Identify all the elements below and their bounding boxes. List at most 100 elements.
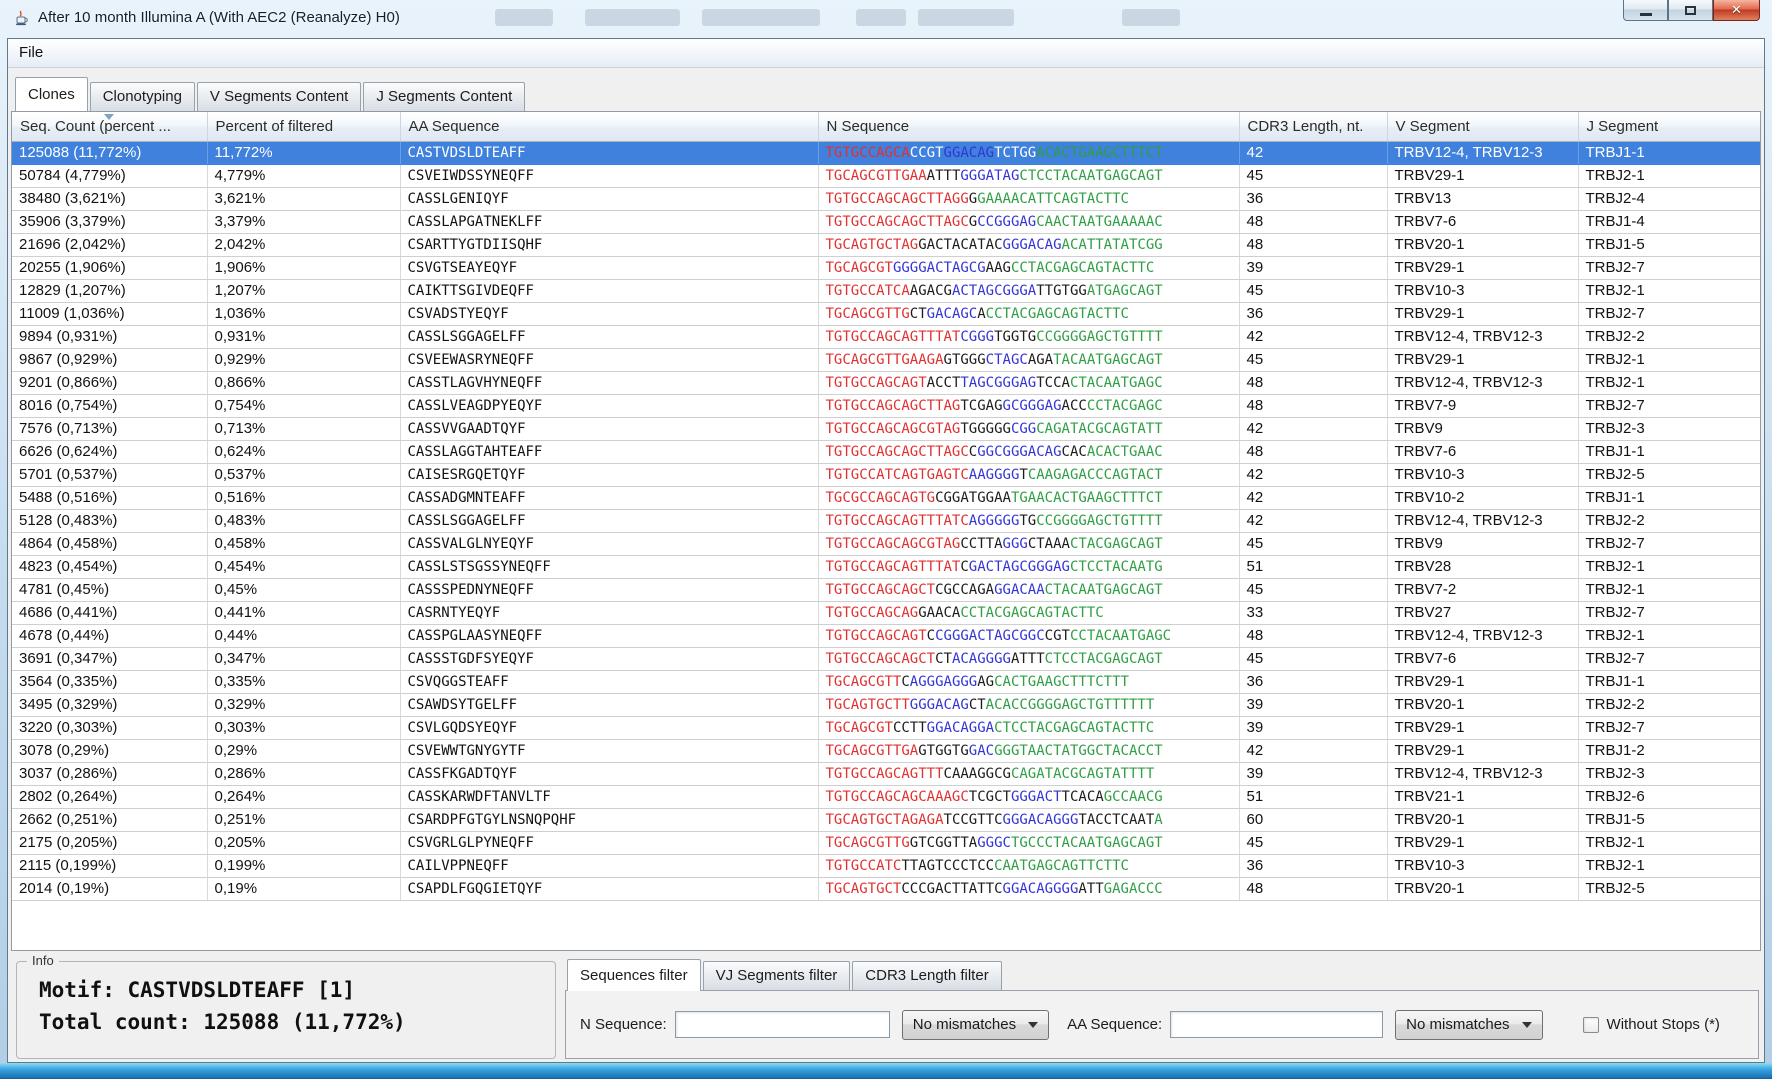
table-row[interactable]: 21696 (2,042%)2,042%CSARTTYGTDIISQHFTGCA… [12, 233, 1761, 256]
nseq-segment: CAAGAGACCCAGTACT [1028, 467, 1163, 483]
background-window-ghost [495, 9, 553, 26]
percent-cell: 0,929% [207, 348, 400, 371]
table-row[interactable]: 9894 (0,931%)0,931%CASSLSGGAGELFFTGTGCCA… [12, 325, 1761, 348]
minimize-icon [1640, 13, 1652, 16]
table-row[interactable]: 35906 (3,379%)3,379%CASSLAPGATNEKLFFTGTG… [12, 210, 1761, 233]
column-header-j-segment[interactable]: J Segment [1578, 112, 1761, 141]
nseq-segment: TGCAGTGCTAGAGA [826, 812, 944, 828]
table-row[interactable]: 4823 (0,454%)0,454%CASSLSTSGSSYNEQFFTGTG… [12, 555, 1761, 578]
table-row[interactable]: 3037 (0,286%)0,286%CASSFKGADTQYFTGTGCCAG… [12, 762, 1761, 785]
j-segment-cell: TRBJ2-7 [1578, 302, 1761, 325]
cdr3-length-cell: 48 [1239, 210, 1387, 233]
nseq-segment: CAATGAGCAGTTCTTC [994, 858, 1129, 874]
table-row[interactable]: 4864 (0,458%)0,458%CASSVALGLNYEQYFTGTGCC… [12, 532, 1761, 555]
table-row[interactable]: 125088 (11,772%)11,772%CASTVDSLDTEAFFTGT… [12, 141, 1761, 164]
seq-count-cell: 3037 (0,286%) [12, 762, 207, 785]
table-row[interactable]: 4781 (0,45%)0,45%CASSSPEDNYNEQFFTGTGCCAG… [12, 578, 1761, 601]
nseq-segment: ATGAGCAGT [1087, 283, 1163, 299]
table-row[interactable]: 4686 (0,441%)0,441%CASRNTYEQYFTGTGCCAGCA… [12, 601, 1761, 624]
column-header-percent-of-filtered[interactable]: Percent of filtered [207, 112, 400, 141]
total-count-line: Total count: 125088 (11,772%) [17, 1010, 555, 1034]
table-row[interactable]: 5128 (0,483%)0,483%CASSLSGGAGELFFTGTGCCA… [12, 509, 1761, 532]
cdr3-length-cell: 36 [1239, 187, 1387, 210]
percent-cell: 3,379% [207, 210, 400, 233]
n-sequence-cell: TGTGCCAGCAGCGTAGTGGGGGCGGCAGATACGCAGTATT [818, 417, 1239, 440]
percent-cell: 11,772% [207, 141, 400, 164]
nseq-segment: GACAGC [927, 306, 978, 322]
table-row[interactable]: 12829 (1,207%)1,207%CAIKTTSGIVDEQFFTGTGC… [12, 279, 1761, 302]
filter-tab-cdr3-length-filter[interactable]: CDR3 Length filter [852, 961, 1001, 990]
table-row[interactable]: 5701 (0,537%)0,537%CAISESRGQETQYFTGTGCCA… [12, 463, 1761, 486]
aa-sequence-cell: CASSPGLAASYNEQFF [400, 624, 818, 647]
table-row[interactable]: 9201 (0,866%)0,866%CASSTLAGVHYNEQFFTGTGC… [12, 371, 1761, 394]
menu-file[interactable]: File [8, 39, 54, 67]
clones-table: Seq. Count (percent ...Percent of filter… [12, 112, 1761, 901]
nseq-segment: TGTGCCAGCAGTTT [826, 766, 944, 782]
table-row[interactable]: 3564 (0,335%)0,335%CSVQGGSTEAFFTGCAGCGTT… [12, 670, 1761, 693]
j-segment-cell: TRBJ2-3 [1578, 762, 1761, 785]
tab-v-segments-content[interactable]: V Segments Content [197, 82, 361, 111]
aa-sequence-input[interactable] [1170, 1011, 1383, 1038]
table-row[interactable]: 11009 (1,036%)1,036%CSVADSTYEQYFTGCAGCGT… [12, 302, 1761, 325]
table-row[interactable]: 50784 (4,779%)4,779%CSVEIWDSSYNEQFFTGCAG… [12, 164, 1761, 187]
nseq-segment: TGCAGCGTTG [826, 835, 910, 851]
table-row[interactable]: 5488 (0,516%)0,516%CASSADGMNTEAFFTGCGCCA… [12, 486, 1761, 509]
maximize-button[interactable] [1668, 0, 1713, 21]
close-button[interactable]: ✕ [1713, 0, 1760, 21]
table-row[interactable]: 6626 (0,624%)0,624%CASSLAGGTAHTEAFFTGTGC… [12, 440, 1761, 463]
table-header-row: Seq. Count (percent ...Percent of filter… [12, 112, 1761, 141]
n-sequence-cell: TGTGCCAGCAGGAACACCTACGAGCAGTACTTC [818, 601, 1239, 624]
column-header-seq-count-percent-[interactable]: Seq. Count (percent ... [12, 112, 207, 141]
nseq-segment: GGG [1003, 536, 1028, 552]
column-header-aa-sequence[interactable]: AA Sequence [400, 112, 818, 141]
table-row[interactable]: 8016 (0,754%)0,754%CASSLVEAGDPYEQYFTGTGC… [12, 394, 1761, 417]
n-sequence-input[interactable] [675, 1011, 890, 1038]
without-stops-checkbox[interactable] [1583, 1017, 1599, 1033]
filter-tab-sequences-filter[interactable]: Sequences filter [567, 959, 701, 991]
cdr3-length-cell: 42 [1239, 325, 1387, 348]
table-row[interactable]: 2802 (0,264%)0,264%CASSKARWDFTANVLTFTGTG… [12, 785, 1761, 808]
table-row[interactable]: 3220 (0,303%)0,303%CSVLGQDSYEQYFTGCAGCGT… [12, 716, 1761, 739]
table-row[interactable]: 7576 (0,713%)0,713%CASSVVGAADTQYFTGTGCCA… [12, 417, 1761, 440]
nseq-segment: GGGACAG [910, 697, 969, 713]
table-row[interactable]: 3078 (0,29%)0,29%CSVEWWTGNYGYTFTGCAGCGTT… [12, 739, 1761, 762]
cdr3-length-cell: 42 [1239, 509, 1387, 532]
n-mismatch-select[interactable]: No mismatches [902, 1010, 1049, 1040]
column-header-v-segment[interactable]: V Segment [1387, 112, 1578, 141]
j-segment-cell: TRBJ2-7 [1578, 601, 1761, 624]
j-segment-cell: TRBJ2-2 [1578, 509, 1761, 532]
tab-clones[interactable]: Clones [15, 77, 88, 111]
percent-cell: 0,537% [207, 463, 400, 486]
cdr3-length-cell: 33 [1239, 601, 1387, 624]
nseq-segment: TG [1019, 513, 1036, 529]
n-sequence-cell: TGTGCCAGCACCGTGGACAGTCTGGACACTGAAGCTTTCT [818, 141, 1239, 164]
column-header-n-sequence[interactable]: N Sequence [818, 112, 1239, 141]
table-row[interactable]: 4678 (0,44%)0,44%CASSPGLAASYNEQFFTGTGCCA… [12, 624, 1761, 647]
cdr3-length-cell: 48 [1239, 440, 1387, 463]
n-sequence-cell: TGTGCCAGCAGCTTAGGGGAAAACATTCAGTACTTC [818, 187, 1239, 210]
table-row[interactable]: 2014 (0,19%)0,19%CSAPDLFGQGIETQYFTGCAGTG… [12, 877, 1761, 900]
v-segment-cell: TRBV29-1 [1387, 831, 1578, 854]
tab-j-segments-content[interactable]: J Segments Content [363, 82, 525, 111]
table-row[interactable]: 38480 (3,621%)3,621%CASSLGENIQYFTGTGCCAG… [12, 187, 1761, 210]
table-row[interactable]: 3691 (0,347%)0,347%CASSSTGDFSYEQYFTGTGCC… [12, 647, 1761, 670]
table-row[interactable]: 9867 (0,929%)0,929%CSVEEWASRYNEQFFTGCAGC… [12, 348, 1761, 371]
seq-count-cell: 9894 (0,931%) [12, 325, 207, 348]
minimize-button[interactable] [1623, 0, 1668, 21]
cdr3-length-cell: 45 [1239, 279, 1387, 302]
aa-sequence-cell: CSVLGQDSYEQYF [400, 716, 818, 739]
table-row[interactable]: 2115 (0,199%)0,199%CAILVPPNEQFFTGTGCCATC… [12, 854, 1761, 877]
table-row[interactable]: 2175 (0,205%)0,205%CSVGRLGLPYNEQFFTGCAGC… [12, 831, 1761, 854]
j-segment-cell: TRBJ2-7 [1578, 716, 1761, 739]
j-segment-cell: TRBJ1-1 [1578, 486, 1761, 509]
filter-tab-vj-segments-filter[interactable]: VJ Segments filter [703, 961, 851, 990]
percent-cell: 0,251% [207, 808, 400, 831]
tab-clonotyping[interactable]: Clonotyping [90, 82, 195, 111]
table-row[interactable]: 20255 (1,906%)1,906%CSVGTSEAYEQYFTGCAGCG… [12, 256, 1761, 279]
column-header-cdr3-length-nt-[interactable]: CDR3 Length, nt. [1239, 112, 1387, 141]
table-row[interactable]: 3495 (0,329%)0,329%CSAWDSYTGELFFTGCAGTGC… [12, 693, 1761, 716]
aa-mismatch-select[interactable]: No mismatches [1395, 1010, 1542, 1040]
nseq-segment: CCGGGAG [977, 214, 1036, 230]
cdr3-length-cell: 48 [1239, 624, 1387, 647]
table-row[interactable]: 2662 (0,251%)0,251%CSARDPFGTGYLNSNQPQHFT… [12, 808, 1761, 831]
